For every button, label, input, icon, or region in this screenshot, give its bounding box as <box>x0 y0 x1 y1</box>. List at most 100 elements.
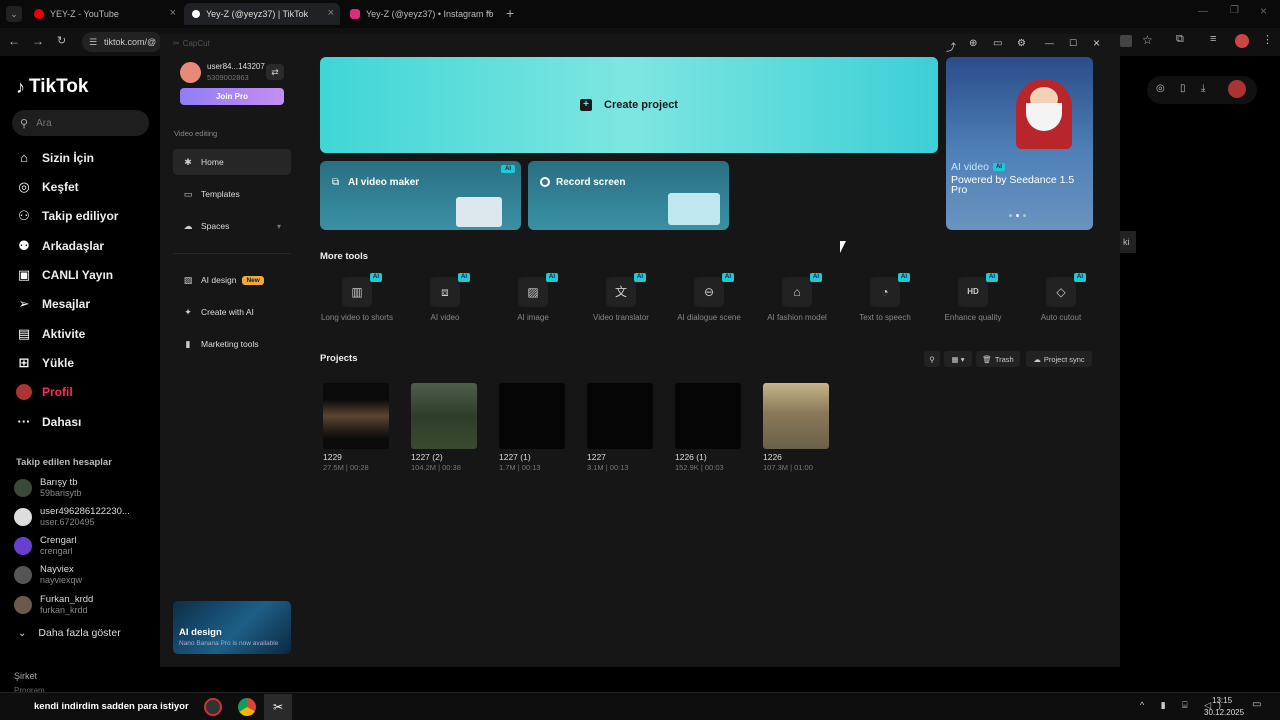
nav-item-live[interactable]: ▣ CANLI Yayın <box>16 264 113 286</box>
tiktok-icon <box>192 10 200 18</box>
profile-avatar[interactable] <box>1228 80 1246 98</box>
tool-video-translator[interactable]: 文 AI Video translator <box>581 273 661 337</box>
project-card[interactable]: 1227 3.1M | 00:13 <box>587 383 653 472</box>
trash-icon: 🗑 <box>982 354 992 364</box>
tool-ai-fashion-model[interactable]: ⌂ AI AI fashion model <box>757 273 837 337</box>
settings-icon[interactable]: ⚙ <box>1017 38 1026 49</box>
media-icon[interactable]: ≡ <box>1210 33 1216 45</box>
nav-item-activity[interactable]: ▤ Aktivite <box>16 323 86 345</box>
following-account[interactable]: Barışy tb 59barisytb <box>14 475 82 501</box>
following-account[interactable]: Crengarl crengarl <box>14 533 76 559</box>
restore-icon[interactable]: ❐ <box>1230 5 1239 16</box>
tool-long-video-to-shorts[interactable]: ▥ AI Long video to shorts <box>317 273 397 337</box>
feedback-icon[interactable]: ▭ <box>993 38 1002 49</box>
search-input[interactable]: ⚲ Ara <box>12 110 149 136</box>
back-icon[interactable]: ← <box>8 34 20 48</box>
side-item-spaces[interactable]: ☁ Spaces ▾ <box>173 213 291 239</box>
phone-icon[interactable]: ▯ <box>1180 83 1186 94</box>
more-icon: ··· <box>17 414 31 429</box>
tool-ai-image[interactable]: ▨ AI AI image <box>493 273 573 337</box>
menu-icon[interactable]: ⋮ <box>1262 33 1273 46</box>
close-icon[interactable]: × <box>328 7 334 19</box>
nav-item-profile[interactable]: Profil <box>16 381 73 403</box>
project-card[interactable]: 1229 27.5M | 00:28 <box>323 383 389 472</box>
translate-icon: 文 AI <box>606 273 646 307</box>
bookmark-star-icon[interactable]: ☆ <box>1142 33 1153 47</box>
notification-icon[interactable]: ▭ <box>1252 699 1261 710</box>
reload-icon[interactable]: ↻ <box>57 34 66 47</box>
side-item-home[interactable]: ✱ Home <box>173 149 291 175</box>
search-icon[interactable]: ⚲ <box>924 351 940 367</box>
maximize-icon[interactable]: ☐ <box>1069 38 1077 49</box>
join-pro-button[interactable]: Join Pro <box>180 88 284 105</box>
capcut-taskbar-icon[interactable]: ✂ <box>264 694 292 720</box>
tab-youtube[interactable]: YEY-Z - YouTube × <box>26 3 182 25</box>
nav-item-following[interactable]: ⚇ Takip ediliyor <box>16 205 118 227</box>
side-hint: ki <box>1120 231 1136 253</box>
user-avatar[interactable] <box>180 62 201 83</box>
tab-tiktok[interactable]: Yey-Z (@yeyz37) | TikTok × <box>184 3 340 25</box>
new-tab-button[interactable]: + <box>506 5 514 21</box>
nav-item-for-you[interactable]: ⌂ Sizin İçin <box>16 147 94 169</box>
tiktok-logo[interactable]: ♪ TikTok <box>16 76 88 98</box>
view-toggle-icon[interactable]: ▦ ▾ <box>944 351 972 367</box>
project-card[interactable]: 1226 107.3M | 01:00 <box>763 383 829 472</box>
record-screen-card[interactable]: Record screen <box>528 161 729 230</box>
minimize-icon[interactable]: — <box>1045 38 1054 48</box>
ticker-text: kendi indirdim sadden para istiyor <box>34 701 189 712</box>
avatar <box>14 479 32 497</box>
tool-ai-dialogue-scene[interactable]: ⊖ AI AI dialogue scene <box>669 273 749 337</box>
following-account[interactable]: Furkan_krdd furkan_krdd <box>14 592 93 618</box>
side-item-ai-design[interactable]: ▨ AI design New <box>173 267 291 293</box>
close-icon[interactable]: × <box>170 7 176 19</box>
site-info-icon[interactable]: ☰ <box>89 37 97 48</box>
nav-item-explore[interactable]: ◎ Keşfet <box>16 176 78 198</box>
trash-button[interactable]: 🗑 Trash <box>976 351 1020 367</box>
following-account[interactable]: user496286122230... user.6720495 <box>14 504 130 530</box>
close-icon[interactable]: × <box>1093 36 1100 50</box>
clock-date[interactable]: 30.12.2025 <box>1204 708 1244 717</box>
close-icon[interactable]: × <box>486 7 492 19</box>
footer-link[interactable]: Şirket <box>14 671 37 681</box>
side-item-create-with-ai[interactable]: ✦ Create with AI <box>173 299 291 325</box>
project-card[interactable]: 1227 (2) 104.2M | 00:38 <box>411 383 477 472</box>
upload-icon[interactable]: ⊕ <box>969 38 977 49</box>
minimize-icon[interactable]: — <box>1198 6 1208 17</box>
nav-item-friends[interactable]: ⚉ Arkadaşlar <box>16 235 104 257</box>
tab-instagram[interactable]: Yey-Z (@yeyz37) • Instagram fo × <box>342 3 498 25</box>
ai-video-maker-card[interactable]: ⧉ AI video maker AI <box>320 161 521 230</box>
chrome-icon[interactable] <box>238 698 256 716</box>
ai-video-banner[interactable]: AI video AI Powered by Seedance 1.5 Pro <box>946 57 1093 230</box>
clock-time[interactable]: 13:15 <box>1212 696 1232 705</box>
following-account[interactable]: Nayviex nayviexqw <box>14 562 82 588</box>
avatar <box>14 537 32 555</box>
project-card[interactable]: 1227 (1) 1.7M | 00:13 <box>499 383 565 472</box>
tab-title: Yey-Z (@yeyz37) • Instagram fo <box>366 9 494 19</box>
tool-enhance-quality[interactable]: HD AI Enhance quality <box>933 273 1013 337</box>
switch-account-icon[interactable]: ⇄ <box>266 64 284 80</box>
ai-design-promo[interactable]: AI design Nano Banana Pro is now availab… <box>173 601 291 654</box>
download-icon[interactable]: ⤓ <box>1201 83 1205 94</box>
nav-item-messages[interactable]: ➢ Mesajlar <box>16 293 90 315</box>
side-item-marketing[interactable]: ▮ Marketing tools <box>173 331 291 357</box>
ext-icon[interactable] <box>1120 35 1132 47</box>
tool-auto-cutout[interactable]: ◇ AI Auto cutout <box>1021 273 1101 337</box>
carousel-dots[interactable] <box>1009 214 1026 217</box>
project-sync-button[interactable]: ☁ Project sync <box>1026 351 1092 367</box>
project-card[interactable]: 1226 (1) 152.9K | 00:03 <box>675 383 741 472</box>
tab-list-button[interactable]: ⌄ <box>6 6 22 22</box>
show-more-button[interactable]: ⌄ Daha fazla göster <box>18 627 121 639</box>
tool-ai-video[interactable]: ⧈ AI AI video <box>405 273 485 337</box>
profile-avatar[interactable] <box>1235 34 1249 48</box>
app-icon[interactable] <box>204 698 222 716</box>
nav-item-more[interactable]: ··· Dahası <box>16 411 82 433</box>
extensions-icon[interactable]: ⧉ <box>1176 33 1184 46</box>
share-icon[interactable]: ⤴ <box>946 39 956 54</box>
close-window-icon[interactable]: × <box>1260 4 1267 18</box>
side-item-templates[interactable]: ▭ Templates <box>173 181 291 207</box>
nav-item-upload[interactable]: ⊞ Yükle <box>16 352 74 374</box>
forward-icon[interactable]: → <box>32 34 44 48</box>
create-project-button[interactable]: + Create project <box>320 57 938 153</box>
tool-text-to-speech[interactable]: ◔ AI Text to speech <box>845 273 925 337</box>
coin-icon[interactable]: ◎ <box>1156 83 1165 94</box>
